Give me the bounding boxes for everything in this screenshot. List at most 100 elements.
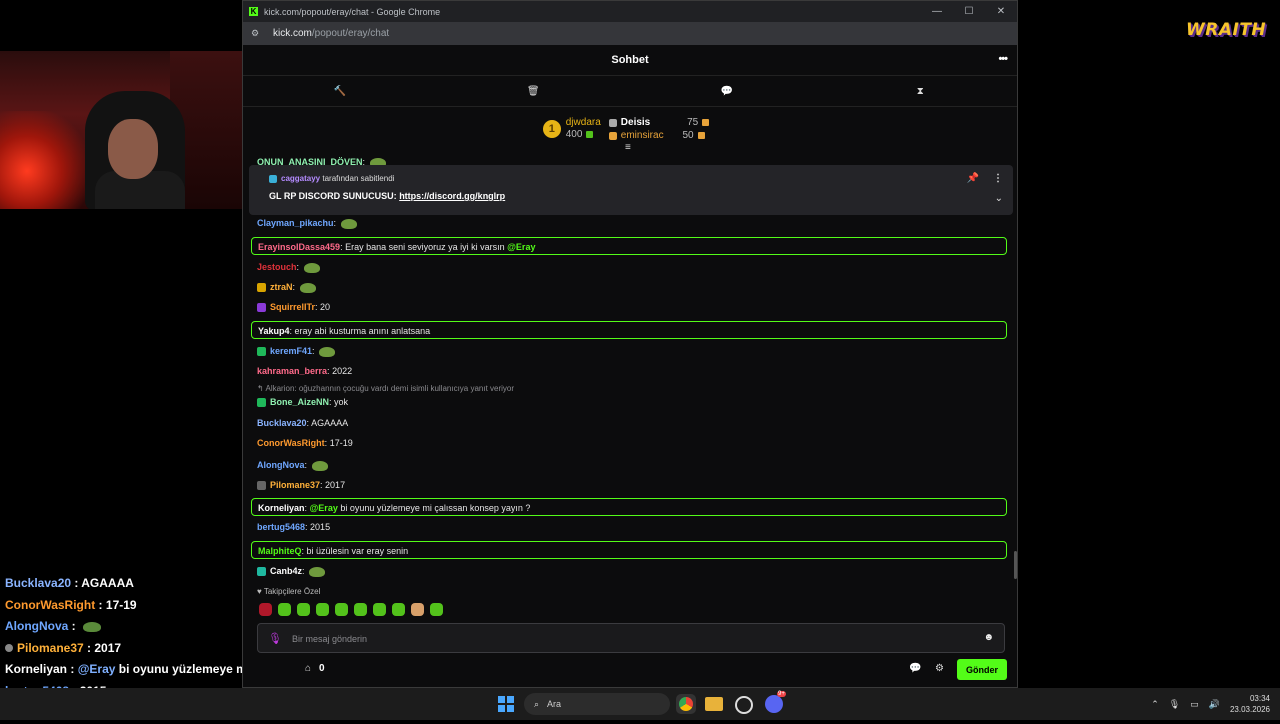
chat-message: Bucklava20: AGAAAA <box>257 418 349 428</box>
overlay-text: AGAAAA <box>81 576 134 590</box>
chrome-app-icon[interactable] <box>676 694 696 714</box>
highlighted-message: Yakup4: eray abi kusturma anını anlatsan… <box>251 321 1007 339</box>
chat-message: Clayman_pikachu: <box>257 218 357 229</box>
chat-username[interactable]: bertug5468 <box>257 522 305 532</box>
reply-text: Alkarion: oğuzhannın çocuğu vardı demi i… <box>265 384 515 393</box>
chevron-down-icon[interactable]: ⌄ <box>995 193 1003 204</box>
network-icon[interactable]: ▭ <box>1190 699 1199 710</box>
store-count: 0 <box>319 663 325 674</box>
chat-username[interactable]: Canb4z <box>270 566 302 576</box>
pinned-link[interactable]: https://discord.gg/knglrp <box>399 191 505 201</box>
emote-icon[interactable] <box>297 603 310 616</box>
pinned-by-text: tarafından sabitlendi <box>322 174 395 183</box>
chat-username[interactable]: Clayman_pikachu <box>257 218 334 228</box>
mention[interactable]: @Eray <box>310 503 338 513</box>
followers-only-label: ♥ Takipçilere Özel <box>257 587 321 596</box>
highlighted-message: ErayinsolDassa459: Eray bana seni seviyo… <box>251 237 1007 255</box>
overlay-username: Pilomane37 <box>17 640 84 655</box>
chat-settings-bubble-icon[interactable]: 💬 <box>909 663 921 674</box>
emote-icon <box>311 460 328 471</box>
microphone-tray-icon[interactable]: 🎙 <box>1169 699 1180 710</box>
emote-bar <box>259 603 443 616</box>
app-icon[interactable] <box>735 696 753 714</box>
chat-username[interactable]: Yakup4 <box>258 326 290 336</box>
message-text: 2022 <box>332 366 353 376</box>
chevron-up-icon[interactable]: ⌃ <box>1151 699 1159 710</box>
message-text: bi oyunu yüzlemeye mi çalıssan konsep ya… <box>337 503 531 513</box>
pinned-more-icon[interactable]: ⋮ <box>993 173 1003 184</box>
message-text: eray abi kusturma anını anlatsana <box>294 326 431 336</box>
discord-badge: 9+ <box>777 691 786 697</box>
chat-username[interactable]: Bucklava20 <box>257 418 307 428</box>
store-icon: ⌂ <box>305 663 312 674</box>
webcam-feed <box>0 51 270 209</box>
emote-icon[interactable] <box>411 603 424 616</box>
emote-icon[interactable] <box>373 603 386 616</box>
chat-message: ConorWasRight: 17-19 <box>257 438 353 448</box>
volume-icon[interactable]: 🔊 <box>1209 699 1220 710</box>
browser-window: K kick.com/popout/eray/chat - Google Chr… <box>242 0 1018 688</box>
chat-username[interactable]: ErayinsolDassa459 <box>258 242 340 252</box>
chat-username[interactable]: ConorWasRight <box>257 438 325 448</box>
chat-input[interactable] <box>290 630 954 648</box>
emote-icon[interactable] <box>316 603 329 616</box>
chat-message: AlongNova: <box>257 460 328 471</box>
clock-time: 03:34 <box>1249 694 1270 703</box>
gear-icon[interactable]: ⚙ <box>935 663 944 674</box>
chat-username[interactable]: Bone_AizeNN <box>270 397 329 407</box>
store-points[interactable]: ⌂ 0 <box>305 663 325 674</box>
pinned-text: GL RP DISCORD SUNUCUSU: https://discord.… <box>269 191 505 201</box>
chat-username[interactable]: AlongNova <box>257 460 305 470</box>
chat-username[interactable]: Pilomane37 <box>270 480 320 490</box>
clock[interactable]: 03:34 23.03.2026 <box>1230 693 1270 715</box>
chat-message: Yakup4: eray abi kusturma anını anlatsan… <box>258 326 431 336</box>
emote-icon[interactable] <box>278 603 291 616</box>
message-text: 17-19 <box>329 438 353 448</box>
chat-message: SquirrelITr: 20 <box>257 302 330 313</box>
file-explorer-icon[interactable] <box>705 697 723 711</box>
chat-username[interactable]: MalphiteQ <box>258 546 302 556</box>
taskbar-search[interactable]: ⌕ Ara <box>524 693 670 715</box>
emote-icon <box>83 621 102 632</box>
pin-icon[interactable]: 📌 <box>967 173 979 184</box>
emote-icon[interactable] <box>430 603 443 616</box>
emote-icon[interactable] <box>354 603 367 616</box>
taskbar: ⌕ Ara 9+ ⌃ 🎙 ▭ 🔊 03:34 23.03.2026 <box>0 688 1280 720</box>
chat-username[interactable]: keremF41 <box>270 346 312 356</box>
chat-message: ztraN: <box>257 282 316 293</box>
highlighted-message: Korneliyan: @Eray bi oyunu yüzlemeye mi … <box>251 498 1007 516</box>
chat-username[interactable]: Korneliyan <box>258 503 305 513</box>
chat-message: Canb4z: <box>257 566 326 577</box>
discord-icon[interactable]: 9+ <box>765 691 786 713</box>
overlay-username: ConorWasRight <box>5 597 96 612</box>
microphone-icon[interactable]: 🎙 <box>268 632 282 645</box>
send-button[interactable]: Gönder <box>957 659 1007 680</box>
chat-message: keremF41: <box>257 346 336 357</box>
pinned-by-user[interactable]: caggatayy <box>281 174 320 183</box>
emote-icon[interactable] <box>259 603 272 616</box>
user-badge-icon <box>257 347 266 357</box>
emote-icon[interactable] <box>392 603 405 616</box>
system-tray: ⌃ 🎙 ▭ 🔊 03:34 23.03.2026 <box>1151 688 1270 720</box>
mention[interactable]: @Eray <box>507 242 535 252</box>
chat-username[interactable]: kahraman_berra <box>257 366 327 376</box>
chat-username[interactable]: ztraN <box>270 282 293 292</box>
start-button[interactable] <box>498 696 514 712</box>
user-badge-icon <box>257 567 266 577</box>
user-badge-icon <box>257 303 266 313</box>
search-icon: ⌕ <box>534 698 540 709</box>
chat-username[interactable]: Jestouch <box>257 262 297 272</box>
chat-username[interactable]: SquirrelITr <box>270 302 315 312</box>
reply-context: ↰ Alkarion: oğuzhannın çocuğu vardı demi… <box>257 384 514 393</box>
user-badge-icon <box>5 644 13 653</box>
chat-message: Pilomane37: 2017 <box>257 480 345 491</box>
overlay-text: 17-19 <box>105 597 137 612</box>
chat-message: Jestouch: <box>257 262 320 273</box>
emote-icon <box>299 282 316 293</box>
emoji-picker-icon[interactable]: ☻ <box>983 632 994 643</box>
search-placeholder: Ara <box>547 699 562 709</box>
chat-footer: ⌂ 0 💬 ⚙ Gönder <box>257 659 1007 681</box>
highlighted-message: MalphiteQ: bi üzülesin var eray senin <box>251 541 1007 559</box>
scrollbar[interactable] <box>1014 551 1017 579</box>
emote-icon[interactable] <box>335 603 348 616</box>
